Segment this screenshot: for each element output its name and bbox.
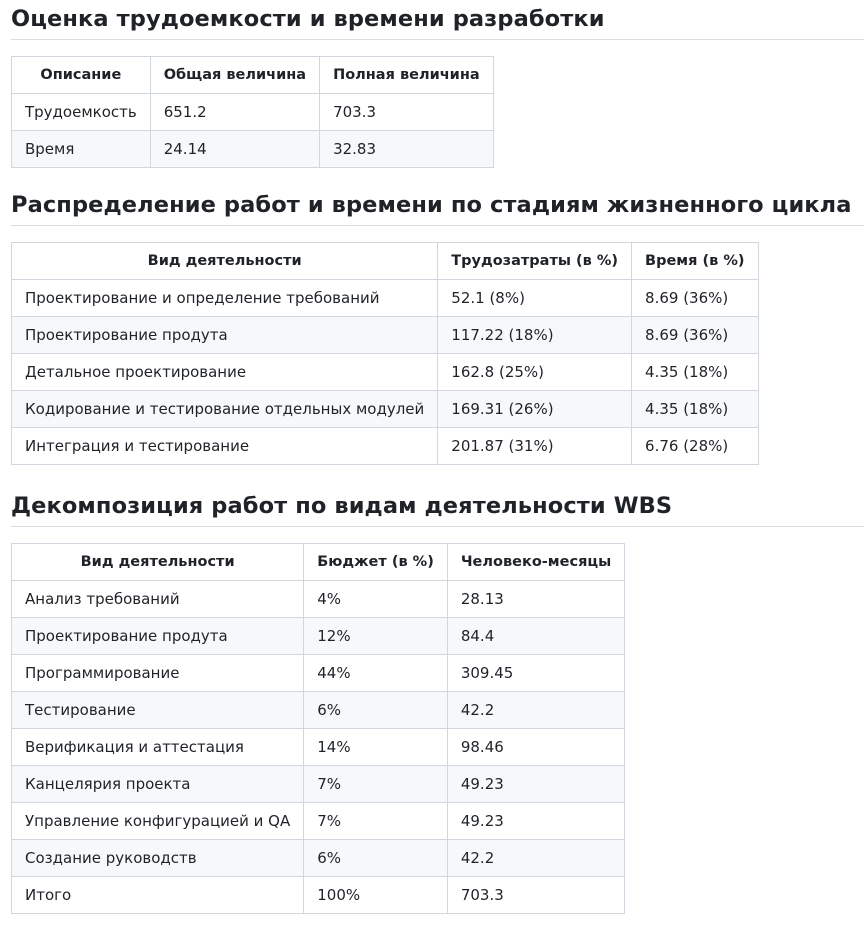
table-cell: Детальное проектирование [10, 353, 439, 391]
table-row: Анализ требований 4% 28.13 [10, 580, 626, 618]
section-lifecycle-distribution: Распределение работ и времени по стадиям… [10, 189, 864, 465]
table-cell: 52.1 (8%) [437, 279, 633, 317]
table-header-row: Описание Общая величина Полная величина [11, 56, 494, 94]
table-row: Кодирование и тестирование отдельных мод… [10, 390, 759, 428]
column-header: Время (в %) [631, 242, 759, 280]
table-cell: 703.3 [319, 93, 494, 131]
section-title: Декомпозиция работ по видам деятельности… [11, 490, 864, 527]
table-row: Трудоемкость 651.2 703.3 [11, 93, 494, 131]
table-cell: 8.69 (36%) [631, 279, 759, 317]
table-cell: 162.8 (25%) [437, 353, 633, 391]
table-row: Программирование 44% 309.45 [10, 654, 626, 692]
section-title: Распределение работ и времени по стадиям… [11, 189, 864, 226]
lifecycle-table: Вид деятельности Трудозатраты (в %) Врем… [10, 242, 759, 465]
table-row: Верификация и аттестация 14% 98.46 [10, 728, 626, 766]
table-row: Проектирование и определение требований … [10, 279, 759, 317]
column-header: Вид деятельности [10, 242, 439, 280]
table-cell: Программирование [10, 654, 305, 692]
table-cell: 12% [303, 617, 448, 655]
table-header-row: Вид деятельности Бюджет (в %) Человеко-м… [10, 543, 626, 581]
table-cell: Время [11, 130, 151, 168]
table-row: Детальное проектирование 162.8 (25%) 4.3… [10, 353, 759, 391]
table-cell: 32.83 [319, 130, 494, 168]
table-cell: Создание руководств [10, 839, 305, 877]
table-cell: 28.13 [446, 580, 626, 618]
table-row-total: Итого 100% 703.3 [10, 876, 626, 914]
table-cell: Проектирование и определение требований [10, 279, 439, 317]
table-cell: Проектирование продута [10, 617, 305, 655]
column-header: Человеко-месяцы [446, 543, 626, 581]
table-cell: 49.23 [446, 765, 626, 803]
table-cell: 651.2 [149, 93, 321, 131]
table-cell: 703.3 [446, 876, 626, 914]
table-header-row: Вид деятельности Трудозатраты (в %) Врем… [10, 242, 759, 280]
table-cell: 98.46 [446, 728, 626, 766]
column-header: Бюджет (в %) [303, 543, 448, 581]
table-cell: Управление конфигурацией и QA [10, 802, 305, 840]
wbs-table: Вид деятельности Бюджет (в %) Человеко-м… [10, 543, 626, 914]
table-cell: 6% [303, 691, 448, 729]
table-cell: 42.2 [446, 691, 626, 729]
table-cell: Верификация и аттестация [10, 728, 305, 766]
section-title: Оценка трудоемкости и времени разработки [11, 3, 864, 40]
table-cell: 169.31 (26%) [437, 390, 633, 428]
table-cell: 24.14 [149, 130, 321, 168]
table-cell: 84.4 [446, 617, 626, 655]
table-row: Создание руководств 6% 42.2 [10, 839, 626, 877]
table-cell: 4.35 (18%) [631, 353, 759, 391]
table-row: Время 24.14 32.83 [11, 130, 494, 168]
column-header: Трудозатраты (в %) [437, 242, 633, 280]
table-cell: Трудоемкость [11, 93, 151, 131]
table-cell: Итого [10, 876, 305, 914]
table-cell: 42.2 [446, 839, 626, 877]
table-cell: 4.35 (18%) [631, 390, 759, 428]
column-header: Описание [11, 56, 151, 94]
table-cell: 8.69 (36%) [631, 316, 759, 354]
table-cell: 117.22 (18%) [437, 316, 633, 354]
table-cell: 14% [303, 728, 448, 766]
table-cell: Анализ требований [10, 580, 305, 618]
column-header: Вид деятельности [10, 543, 305, 581]
table-cell: Тестирование [10, 691, 305, 729]
table-cell: 201.87 (31%) [437, 427, 633, 465]
table-cell: Проектирование продута [10, 316, 439, 354]
table-cell: 7% [303, 765, 448, 803]
table-cell: 7% [303, 802, 448, 840]
table-cell: 44% [303, 654, 448, 692]
table-cell: Канцелярия проекта [10, 765, 305, 803]
table-cell: Кодирование и тестирование отдельных мод… [10, 390, 439, 428]
column-header: Полная величина [319, 56, 494, 94]
effort-time-table: Описание Общая величина Полная величина … [11, 56, 494, 168]
table-cell: 6.76 (28%) [631, 427, 759, 465]
section-effort-estimate: Оценка трудоемкости и времени разработки… [11, 3, 864, 168]
table-row: Тестирование 6% 42.2 [10, 691, 626, 729]
table-cell: Интеграция и тестирование [10, 427, 439, 465]
table-cell: 6% [303, 839, 448, 877]
table-cell: 49.23 [446, 802, 626, 840]
table-cell: 309.45 [446, 654, 626, 692]
column-header: Общая величина [149, 56, 321, 94]
table-row: Управление конфигурацией и QA 7% 49.23 [10, 802, 626, 840]
table-row: Проектирование продута 12% 84.4 [10, 617, 626, 655]
table-row: Проектирование продута 117.22 (18%) 8.69… [10, 316, 759, 354]
section-wbs-decomposition: Декомпозиция работ по видам деятельности… [10, 490, 864, 914]
table-row: Интеграция и тестирование 201.87 (31%) 6… [10, 427, 759, 465]
table-cell: 100% [303, 876, 448, 914]
table-row: Канцелярия проекта 7% 49.23 [10, 765, 626, 803]
table-cell: 4% [303, 580, 448, 618]
